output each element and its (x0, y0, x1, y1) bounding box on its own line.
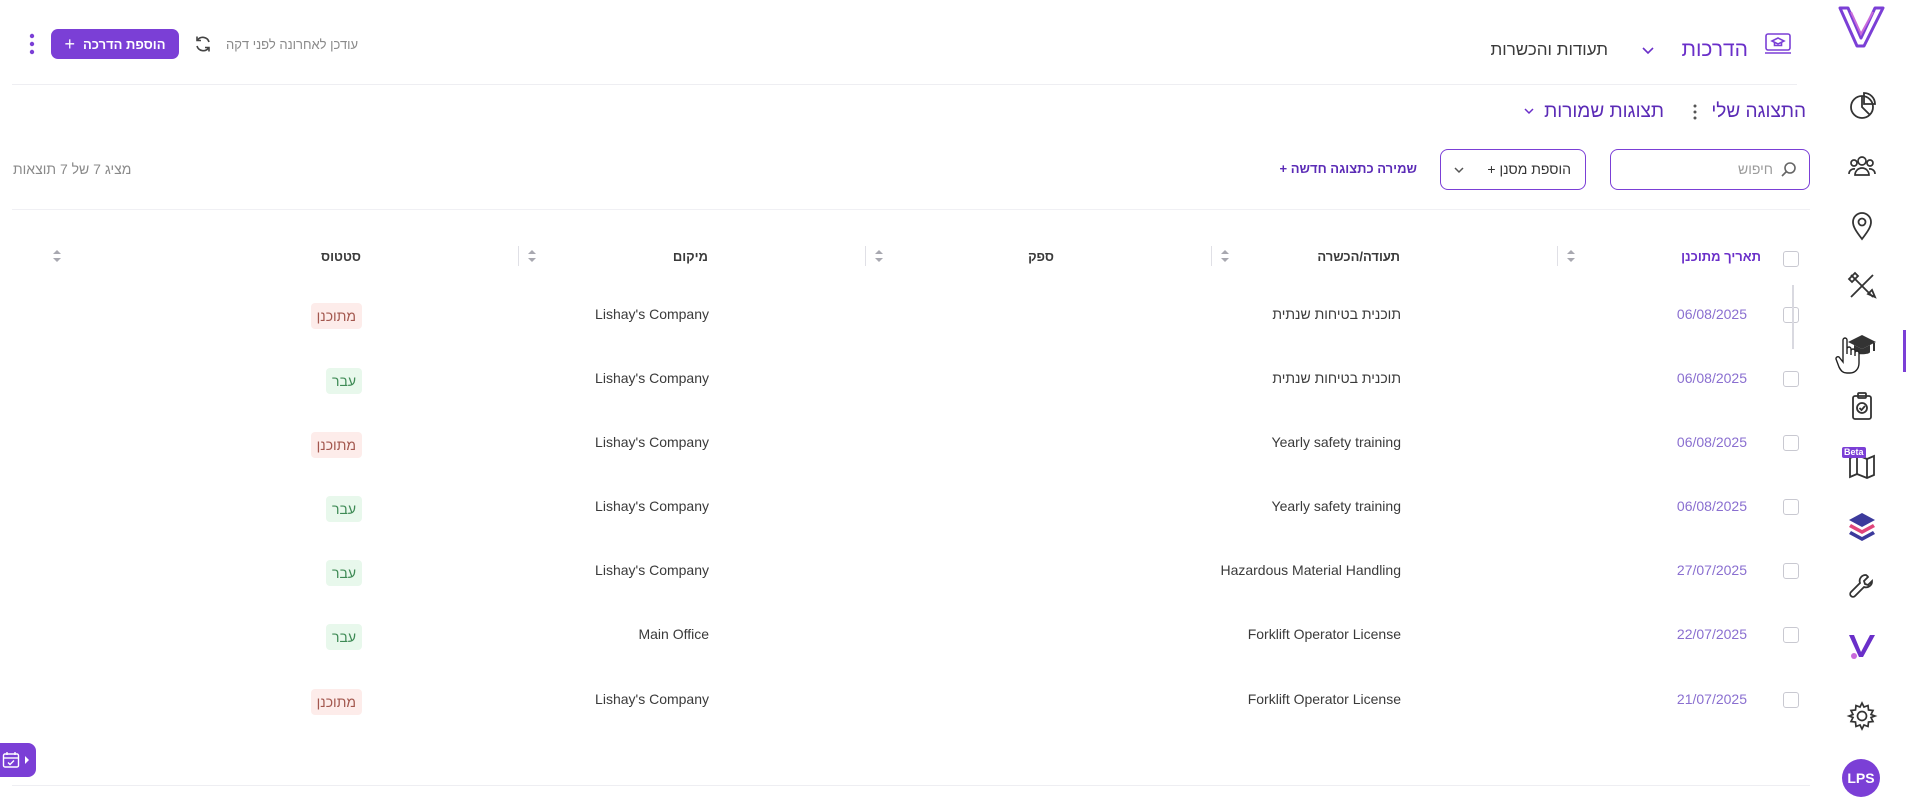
row-location[interactable]: Lishay's Company (595, 691, 709, 707)
tab-trainings[interactable]: הדרכות (1681, 38, 1748, 62)
add-filter-label: + הוספת מסנן (1487, 161, 1571, 177)
view-options-icon[interactable] (1690, 103, 1700, 121)
row-certificate[interactable]: Forklift Operator License (1248, 626, 1401, 642)
row-checkbox[interactable] (1783, 499, 1799, 515)
status-badge[interactable]: עבר (325, 560, 362, 586)
row-scrollbar[interactable] (1792, 285, 1794, 349)
row-checkbox[interactable] (1783, 627, 1799, 643)
icon-sidebar: Beta LPS (1819, 0, 1906, 806)
row-date[interactable]: 21/07/2025 (1677, 691, 1747, 707)
search-icon (1781, 162, 1796, 177)
column-divider[interactable] (865, 246, 866, 266)
row-certificate[interactable]: Yearly safety training (1272, 498, 1401, 514)
people-icon[interactable] (1842, 146, 1882, 186)
search-field[interactable] (1610, 149, 1810, 190)
header-divider (12, 84, 1797, 85)
row-checkbox[interactable] (1783, 371, 1799, 387)
column-divider[interactable] (1211, 246, 1212, 266)
row-date[interactable]: 06/08/2025 (1677, 306, 1747, 322)
save-as-new-view-button[interactable]: + שמירה כתצוגה חדשה (1280, 161, 1417, 176)
row-location[interactable]: Lishay's Company (595, 498, 709, 514)
row-checkbox[interactable] (1783, 692, 1799, 708)
clipboard-check-icon[interactable] (1842, 386, 1882, 426)
row-date[interactable]: 06/08/2025 (1677, 498, 1747, 514)
column-header-date[interactable]: תאריך מתוכנן (1681, 249, 1761, 264)
add-training-button[interactable]: + הוספת הדרכה (51, 29, 179, 59)
column-header-certificate[interactable]: תעודה/הכשרה (1317, 249, 1400, 264)
row-checkbox[interactable] (1783, 563, 1799, 579)
brand-icon[interactable] (1842, 626, 1882, 666)
plus-icon: + (64, 34, 75, 54)
filter-divider (12, 209, 1810, 210)
add-training-label: הוספת הדרכה (83, 36, 166, 52)
hand-cursor-icon (1835, 337, 1860, 374)
calendar-panel-toggle[interactable] (0, 743, 36, 777)
add-filter-dropdown[interactable]: + הוספת מסנן (1440, 149, 1586, 190)
row-certificate[interactable]: תוכנית בטיחות שנתית (1272, 370, 1401, 386)
layers-icon[interactable] (1842, 506, 1882, 546)
row-checkbox[interactable] (1783, 307, 1799, 323)
sort-icon[interactable] (1566, 248, 1576, 264)
row-date[interactable]: 27/07/2025 (1677, 562, 1747, 578)
tab-certifications[interactable]: תעודות והכשרות (1491, 40, 1608, 60)
row-checkbox[interactable] (1783, 435, 1799, 451)
row-location[interactable]: Main Office (638, 626, 709, 642)
user-avatar[interactable]: LPS (1842, 759, 1880, 797)
more-options-icon[interactable] (24, 32, 40, 56)
results-count: מציג 7 של 7 תוצאות (13, 161, 132, 177)
gear-icon[interactable] (1842, 696, 1882, 736)
dashboard-icon[interactable] (1842, 86, 1882, 126)
row-date[interactable]: 22/07/2025 (1677, 626, 1747, 642)
table-bottom-divider (12, 785, 1810, 786)
location-pin-icon[interactable] (1842, 206, 1882, 246)
row-certificate[interactable]: Forklift Operator License (1248, 691, 1401, 707)
chevron-right-icon (25, 756, 29, 764)
wrench-icon[interactable] (1842, 566, 1882, 606)
my-view-tab[interactable]: התצוגה שלי (1711, 101, 1806, 123)
column-divider[interactable] (1557, 246, 1558, 266)
column-header-location[interactable]: מיקום (673, 249, 708, 264)
row-location[interactable]: Lishay's Company (595, 434, 709, 450)
row-location[interactable]: Lishay's Company (595, 306, 709, 322)
row-location[interactable]: Lishay's Company (595, 562, 709, 578)
refresh-icon[interactable] (193, 34, 213, 54)
calendar-icon (2, 752, 20, 768)
sort-icon[interactable] (527, 248, 537, 264)
sort-icon[interactable] (52, 248, 62, 264)
row-location[interactable]: Lishay's Company (595, 370, 709, 386)
column-header-status[interactable]: סטטוס (321, 249, 361, 264)
app-logo[interactable] (1837, 4, 1887, 52)
last-updated-text: עודכן לאחרונה לפני דקה (226, 37, 359, 52)
chevron-down-icon[interactable] (1641, 44, 1655, 58)
row-date[interactable]: 06/08/2025 (1677, 370, 1747, 386)
chevron-down-icon[interactable] (1522, 106, 1536, 118)
status-badge[interactable]: עבר (325, 368, 362, 394)
row-certificate[interactable]: Yearly safety training (1272, 434, 1401, 450)
sort-icon[interactable] (1220, 248, 1230, 264)
column-header-supplier[interactable]: ספק (1028, 249, 1054, 264)
sort-icon[interactable] (874, 248, 884, 264)
row-certificate[interactable]: Hazardous Material Handling (1220, 562, 1401, 578)
saved-views-dropdown[interactable]: תצוגות שמורות (1544, 101, 1664, 123)
tools-icon[interactable] (1842, 266, 1882, 306)
status-badge[interactable]: עבר (325, 624, 362, 650)
status-badge[interactable]: מתוכנן (310, 303, 362, 329)
status-badge[interactable]: עבר (325, 496, 362, 522)
training-screen-icon (1765, 33, 1791, 54)
chevron-down-icon (1454, 167, 1464, 174)
status-badge[interactable]: מתוכנן (310, 432, 362, 458)
select-all-checkbox[interactable] (1783, 251, 1799, 267)
row-date[interactable]: 06/08/2025 (1677, 434, 1747, 450)
map-icon[interactable]: Beta (1842, 446, 1882, 486)
row-certificate[interactable]: תוכנית בטיחות שנתית (1272, 306, 1401, 322)
column-divider[interactable] (518, 246, 519, 266)
status-badge[interactable]: מתוכנן (310, 689, 362, 715)
search-input[interactable] (1623, 158, 1773, 180)
beta-badge: Beta (1842, 447, 1866, 458)
